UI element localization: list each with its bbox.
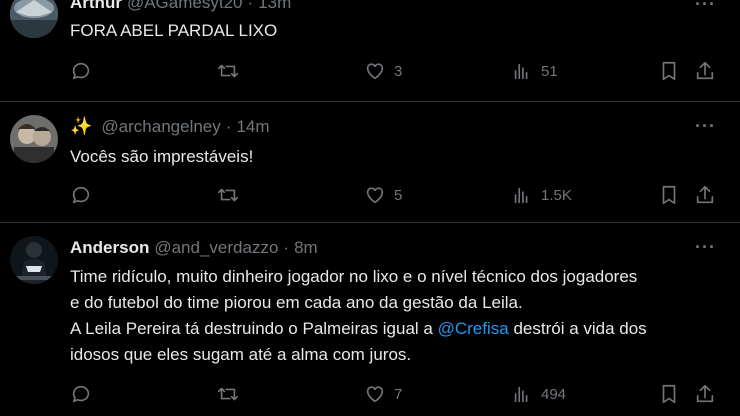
share-icon bbox=[696, 384, 714, 403]
author-name[interactable]: Arthur bbox=[70, 0, 122, 13]
tweet-text: Time ridículo, muito dinheiro jogador no… bbox=[70, 264, 720, 368]
views-icon bbox=[514, 386, 528, 403]
like-count: 7 bbox=[394, 385, 403, 403]
avatar[interactable] bbox=[10, 0, 58, 38]
more-options-icon[interactable]: ··· bbox=[695, 116, 716, 137]
text-line: A Leila Pereira tá destruindo o Palmeira… bbox=[70, 316, 720, 342]
tweet-anderson[interactable]: Anderson @and_verdazzo · 8m ··· Time rid… bbox=[0, 223, 740, 416]
views-button[interactable]: 494 bbox=[511, 383, 566, 405]
views-count: 1.5K bbox=[541, 186, 572, 204]
author-handle[interactable]: @archangelney bbox=[101, 117, 220, 137]
bookmark-icon bbox=[662, 61, 676, 81]
views-button[interactable]: 51 bbox=[511, 60, 558, 82]
action-bar: 5 1.5K bbox=[70, 184, 720, 208]
reply-icon bbox=[72, 186, 90, 204]
bookmark-button[interactable] bbox=[658, 60, 680, 82]
text-line: idosos que eles sugam até a alma com jur… bbox=[70, 345, 412, 364]
share-button[interactable] bbox=[694, 60, 716, 82]
text-fragment: destrói a vida dos bbox=[508, 319, 647, 338]
views-icon bbox=[514, 187, 528, 204]
text-line: Time ridículo, muito dinheiro jogador no… bbox=[70, 267, 638, 286]
share-icon bbox=[696, 185, 714, 204]
views-icon bbox=[514, 63, 528, 80]
like-count: 5 bbox=[394, 186, 403, 204]
tweet-text: FORA ABEL PARDAL LIXO bbox=[70, 21, 278, 40]
author-name[interactable]: Anderson bbox=[70, 238, 149, 258]
reply-icon bbox=[72, 385, 90, 403]
like-icon bbox=[366, 187, 384, 204]
avatar[interactable] bbox=[10, 236, 58, 284]
views-count: 494 bbox=[541, 385, 567, 403]
reply-button[interactable] bbox=[70, 60, 92, 82]
separator-dot: · bbox=[225, 116, 232, 136]
like-count: 3 bbox=[394, 62, 403, 80]
retweet-icon bbox=[218, 188, 238, 202]
timestamp[interactable]: 13m bbox=[258, 0, 291, 13]
timestamp[interactable]: 8m bbox=[294, 238, 318, 258]
separator-dot: · bbox=[247, 0, 254, 12]
share-button[interactable] bbox=[694, 383, 716, 405]
views-button[interactable]: 1.5K bbox=[511, 184, 572, 206]
retweet-button[interactable] bbox=[217, 60, 239, 82]
action-bar: 3 51 bbox=[70, 60, 720, 84]
more-options-icon[interactable]: ··· bbox=[695, 237, 716, 258]
author-name[interactable]: ✨ bbox=[70, 116, 92, 137]
timestamp[interactable]: 14m bbox=[236, 117, 269, 137]
like-icon bbox=[366, 386, 384, 403]
reply-button[interactable] bbox=[70, 383, 92, 405]
like-button[interactable]: 3 bbox=[364, 60, 402, 82]
reply-icon bbox=[72, 62, 90, 80]
action-bar: 7 494 bbox=[70, 383, 720, 407]
text-fragment: A Leila Pereira tá destruindo o Palmeira… bbox=[70, 319, 438, 338]
share-button[interactable] bbox=[694, 184, 716, 206]
author-handle[interactable]: @and_verdazzo bbox=[154, 238, 278, 258]
bookmark-button[interactable] bbox=[658, 184, 680, 206]
mention-link[interactable]: @Crefisa bbox=[438, 319, 509, 338]
reply-button[interactable] bbox=[70, 184, 92, 206]
author-handle[interactable]: @AGamesyt20 bbox=[127, 0, 243, 13]
bookmark-icon bbox=[662, 185, 676, 205]
share-icon bbox=[696, 61, 714, 80]
tweet-text: Vocês são imprestáveis! bbox=[70, 147, 254, 166]
avatar[interactable] bbox=[10, 115, 58, 163]
bookmark-icon bbox=[662, 384, 676, 404]
text-line: e do futebol do time piorou em cada ano … bbox=[70, 293, 523, 312]
more-options-icon[interactable]: ··· bbox=[695, 0, 716, 15]
retweet-button[interactable] bbox=[217, 383, 239, 405]
tweet-archangelney[interactable]: ✨ @archangelney · 14m ··· Vocês são impr… bbox=[0, 102, 740, 222]
bookmark-button[interactable] bbox=[658, 383, 680, 405]
retweet-button[interactable] bbox=[217, 184, 239, 206]
views-count: 51 bbox=[541, 62, 558, 80]
retweet-icon bbox=[218, 387, 238, 401]
like-button[interactable]: 5 bbox=[364, 184, 402, 206]
retweet-icon bbox=[218, 64, 238, 78]
like-button[interactable]: 7 bbox=[364, 383, 402, 405]
like-icon bbox=[366, 63, 384, 80]
tweet-arthur[interactable]: Arthur @AGamesyt20 · 13m ··· FORA ABEL P… bbox=[0, 0, 740, 100]
separator-dot: · bbox=[283, 238, 290, 257]
